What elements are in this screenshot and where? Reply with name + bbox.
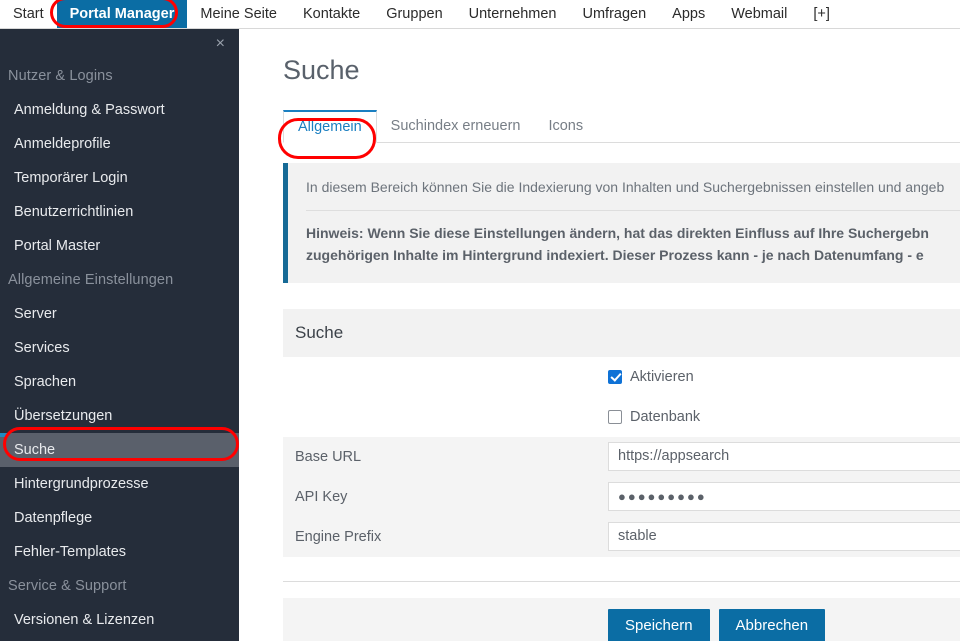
sidebar-item-label: Datenpflege: [14, 510, 93, 526]
sidebar-item-label: Suche: [14, 442, 56, 458]
topnav-label: Portal Manager: [69, 5, 175, 22]
topnav-item-kontakte[interactable]: Kontakte: [290, 0, 373, 28]
tab-bar: Allgemein Suchindex erneuern Icons: [283, 110, 960, 143]
sidebar-item-label: Services: [14, 340, 70, 356]
topnav-item-start[interactable]: Start: [0, 0, 57, 28]
sidebar-item-anmeldung-passwort[interactable]: Anmeldung & Passwort: [0, 93, 239, 127]
tab-label: Icons: [548, 118, 584, 134]
page-title: Suche: [283, 55, 360, 85]
checkbox-aktivieren[interactable]: Aktivieren: [608, 369, 960, 385]
form-control-engine-prefix: [608, 522, 960, 552]
topnav-label: Start: [13, 5, 44, 22]
sidebar-group-title-service-support: Service & Support: [8, 578, 127, 594]
topnav-item-umfragen[interactable]: Umfragen: [570, 0, 660, 28]
sidebar-item-label: Übersetzungen: [14, 408, 113, 424]
sidebar-item-anmeldeprofile[interactable]: Anmeldeprofile: [0, 127, 239, 161]
tab-suchindex-erneuern[interactable]: Suchindex erneuern: [377, 110, 535, 142]
sidebar-item-label: Hintergrundprozesse: [14, 476, 149, 492]
sidebar-item-suche[interactable]: Suche: [0, 433, 239, 467]
topnav-label: Webmail: [731, 5, 788, 22]
topnav-item-meine-seite[interactable]: Meine Seite: [187, 0, 290, 28]
sidebar-item-hintergrundprozesse[interactable]: Hintergrundprozesse: [0, 467, 239, 501]
topnav-item-apps[interactable]: Apps: [659, 0, 718, 28]
main-content: Suche Allgemein Suchindex erneuern Icons…: [239, 29, 960, 641]
topnav-label: Kontakte: [302, 5, 361, 22]
sidebar-item-fehler-templates[interactable]: Fehler-Templates: [0, 535, 239, 569]
sidebar-item-portal-master[interactable]: Portal Master: [0, 229, 239, 263]
checkbox-label-datenbank: Datenbank: [630, 408, 701, 425]
sidebar-group-title-nutzer-logins: Nutzer & Logins: [8, 68, 113, 84]
sidebar-item-benutzerrichtlinien[interactable]: Benutzerrichtlinien: [0, 195, 239, 229]
form-row-api-key: API Key: [283, 476, 960, 517]
sidebar-item-label: Versionen & Lizenzen: [14, 612, 155, 628]
form-control-api-key: [608, 482, 960, 512]
form-label-base-url: Base URL: [295, 448, 362, 465]
sidebar-item-versionen-lizenzen[interactable]: Versionen & Lizenzen: [0, 603, 239, 637]
topnav-label: [+]: [813, 5, 830, 22]
checkbox-label-aktivieren: Aktivieren: [630, 368, 694, 385]
form-row-aktivieren: Aktivieren: [283, 356, 960, 397]
top-navigation-bar: Start Portal Manager Meine Seite Kontakt…: [0, 0, 960, 29]
sidebar-item-label: Benutzerrichtlinien: [14, 204, 134, 220]
topnav-label: Umfragen: [582, 5, 647, 22]
sidebar-item-label: Portal Master: [14, 238, 101, 254]
close-icon[interactable]: ×: [216, 36, 225, 52]
base-url-input[interactable]: [608, 442, 960, 472]
sidebar-item-services[interactable]: Services: [0, 331, 239, 365]
sidebar: × Nutzer & Logins Anmeldung & Passwort A…: [0, 29, 239, 641]
sidebar-item-label: Fehler-Templates: [14, 544, 127, 560]
topnav-item-portal-manager[interactable]: Portal Manager: [56, 0, 188, 28]
checkbox-datenbank[interactable]: Datenbank: [608, 409, 960, 425]
topnav-item-webmail[interactable]: Webmail: [718, 0, 800, 28]
section-heading-suche: Suche: [283, 308, 960, 357]
form-label-api-key: API Key: [295, 488, 348, 505]
sidebar-item-label: Temporärer Login: [14, 170, 128, 186]
sidebar-group-title-allgemeine-einstellungen: Allgemeine Einstellungen: [8, 272, 174, 288]
form-row-datenbank: Datenbank: [283, 396, 960, 437]
sidebar-item-sprachen[interactable]: Sprachen: [0, 365, 239, 399]
engine-prefix-input[interactable]: [608, 522, 960, 552]
sidebar-item-label: Anmeldeprofile: [14, 136, 111, 152]
topnav-item-add-more[interactable]: [+]: [800, 0, 843, 28]
sidebar-item-label: Anmeldung & Passwort: [14, 102, 165, 118]
save-button[interactable]: Speichern: [608, 608, 710, 641]
sidebar-item-label: Sprachen: [14, 374, 77, 390]
sidebar-item-datenpflege[interactable]: Datenpflege: [0, 501, 239, 535]
topnav-label: Apps: [672, 5, 706, 22]
tab-label: Allgemein: [298, 119, 362, 135]
sidebar-item-temporaerer-login[interactable]: Temporärer Login: [0, 161, 239, 195]
topnav-label: Gruppen: [386, 5, 443, 22]
form-row-base-url: Base URL: [283, 436, 960, 477]
sidebar-item-server[interactable]: Server: [0, 297, 239, 331]
checkbox-icon-checked[interactable]: [608, 369, 622, 384]
form-row-engine-prefix: Engine Prefix: [283, 516, 960, 557]
api-key-input[interactable]: [608, 482, 960, 512]
form-control-base-url: [608, 442, 960, 472]
sidebar-item-label: Server: [14, 306, 57, 322]
form-button-bar: Speichern Abbrechen: [283, 597, 960, 641]
checkbox-icon-unchecked[interactable]: [608, 409, 622, 424]
form-control-datenbank: Datenbank: [608, 409, 960, 425]
tab-icons[interactable]: Icons: [534, 110, 597, 142]
form-label-engine-prefix: Engine Prefix: [295, 528, 382, 545]
topnav-item-unternehmen[interactable]: Unternehmen: [456, 0, 570, 28]
sidebar-close-row: ×: [0, 29, 239, 59]
info-box-description: In diesem Bereich können Sie die Indexie…: [306, 179, 945, 195]
info-box: In diesem Bereich können Sie die Indexie…: [283, 163, 960, 283]
tab-label: Suchindex erneuern: [390, 118, 521, 134]
info-box-separator: [306, 210, 960, 212]
form-divider: [283, 580, 960, 582]
topnav-label: Unternehmen: [468, 5, 557, 22]
topnav-label: Meine Seite: [200, 5, 277, 22]
sidebar-item-uebersetzungen[interactable]: Übersetzungen: [0, 399, 239, 433]
topnav-item-gruppen[interactable]: Gruppen: [373, 0, 455, 28]
settings-form: Suche Aktivieren Datenbank Base URL http…: [283, 308, 960, 641]
cancel-button[interactable]: Abbrechen: [718, 608, 826, 641]
form-control-aktivieren: Aktivieren: [608, 369, 960, 385]
info-box-note: Hinweis: Wenn Sie diese Einstellungen än…: [306, 225, 929, 263]
app-root: Start Portal Manager Meine Seite Kontakt…: [0, 0, 960, 641]
tab-allgemein[interactable]: Allgemein: [283, 110, 377, 143]
